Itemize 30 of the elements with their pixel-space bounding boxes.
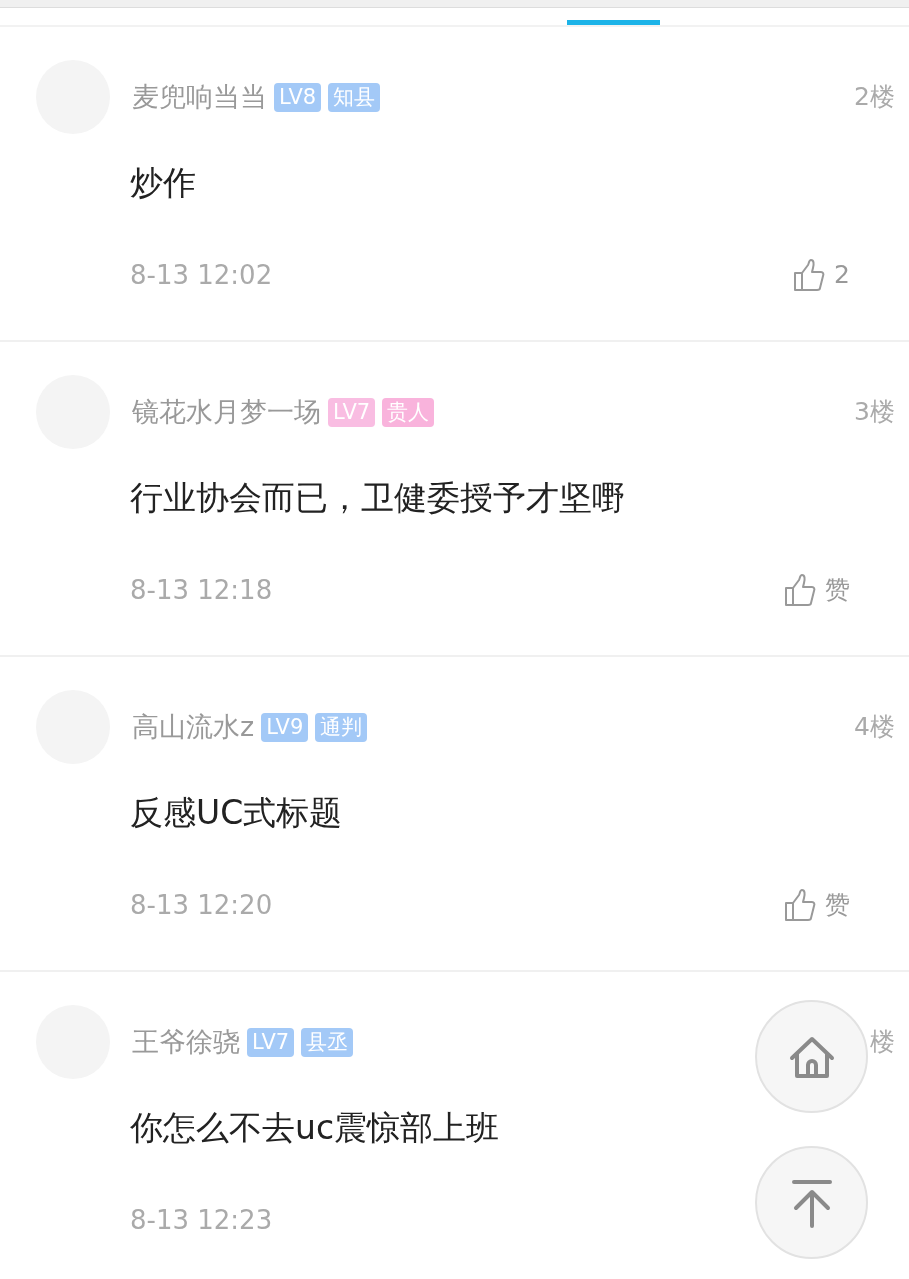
- thumbs-up-icon: [784, 573, 817, 607]
- username: 镜花水月梦一场: [132, 394, 321, 429]
- user-tag: 贵人: [382, 397, 435, 427]
- thumbs-up-icon: [784, 888, 817, 922]
- like-button[interactable]: 赞: [784, 886, 850, 924]
- floor-number: 4楼: [854, 711, 895, 744]
- floor-number: 2楼: [854, 81, 895, 114]
- comment-text: 你怎么不去uc震惊部上班: [130, 1107, 501, 1149]
- user-tag: 通判: [315, 712, 368, 742]
- floor-number: 3楼: [854, 396, 895, 429]
- user-tag: 知县: [328, 82, 381, 112]
- comment-text: 行业协会而已，卫健委授予才坚嘢: [130, 477, 626, 519]
- timestamp: 8-13 12:02: [130, 258, 273, 292]
- timestamp: 8-13 12:23: [130, 1203, 273, 1237]
- username: 王爷徐骁: [132, 1024, 240, 1059]
- username: 麦兜响当当: [132, 79, 267, 114]
- user-tag: LV7: [247, 1027, 295, 1057]
- thumbs-up-icon: [793, 258, 827, 292]
- username: 高山流水z: [132, 709, 255, 744]
- user-tag: 县丞: [301, 1027, 354, 1057]
- timestamp: 8-13 12:18: [130, 573, 273, 607]
- comment-text: 炒作: [130, 162, 197, 204]
- user-tag: LV7: [328, 397, 376, 427]
- user-tag: LV9: [261, 712, 309, 742]
- timestamp: 8-13 12:20: [130, 888, 273, 922]
- comment-text: 反感UC式标题: [130, 792, 344, 834]
- like-button[interactable]: 赞: [784, 571, 850, 609]
- floor-number: 楼: [870, 1026, 895, 1059]
- user-tag: LV8: [274, 82, 322, 112]
- like-button[interactable]: 2: [793, 256, 850, 294]
